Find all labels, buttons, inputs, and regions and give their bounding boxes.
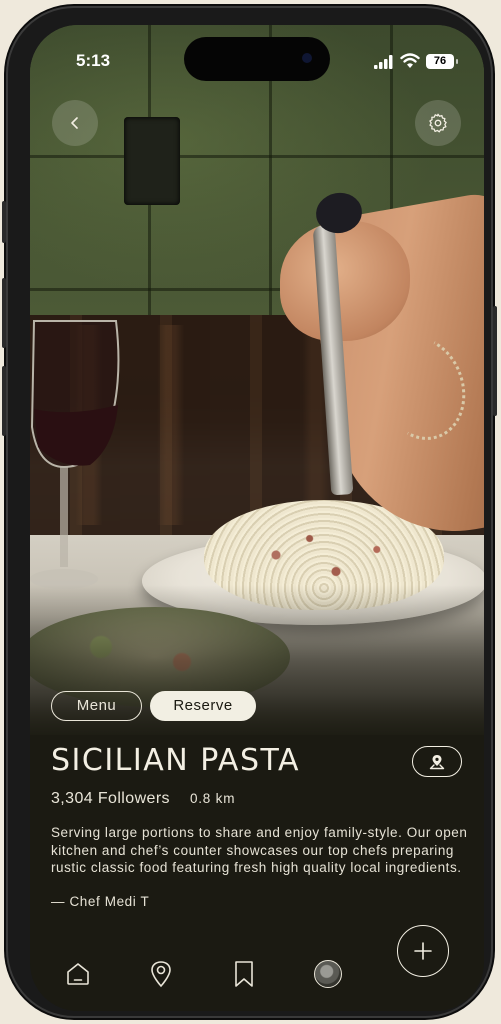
battery-level: 76 bbox=[433, 55, 447, 67]
status-bar: 5:13 76 bbox=[30, 25, 484, 83]
wifi-icon bbox=[400, 53, 420, 68]
chef-signature: — Chef Medi T bbox=[51, 894, 150, 909]
camera bbox=[302, 53, 312, 63]
tab-menu[interactable]: Menu bbox=[51, 691, 142, 721]
map-button[interactable] bbox=[412, 746, 462, 777]
nav-saved[interactable] bbox=[229, 959, 259, 989]
restaurant-meta: 3,304 Followers 0.8 km bbox=[51, 790, 235, 808]
tab-reserve[interactable]: Reserve bbox=[150, 691, 256, 721]
location-icon bbox=[151, 961, 171, 988]
distance: 0.8 km bbox=[189, 791, 236, 806]
restaurant-name: SICILIAN PASTA bbox=[51, 743, 301, 778]
avatar bbox=[314, 960, 342, 988]
screen: 5:13 76 Menu Reserve SICILIAN PASTA 3,30… bbox=[30, 25, 484, 1011]
action-button bbox=[2, 201, 6, 243]
dynamic-island bbox=[184, 37, 330, 81]
back-button[interactable] bbox=[52, 100, 98, 146]
tab-row: Menu Reserve bbox=[51, 691, 256, 721]
map-pin-icon bbox=[429, 754, 445, 769]
volume-down-button bbox=[2, 366, 6, 436]
wall-speaker bbox=[124, 117, 180, 205]
power-button bbox=[493, 306, 497, 416]
nav-location[interactable] bbox=[146, 959, 176, 989]
followers-count[interactable]: 3,304 Followers bbox=[51, 790, 170, 808]
restaurant-description: Serving large portions to share and enjo… bbox=[51, 825, 468, 875]
signal-icon bbox=[374, 55, 393, 69]
clock: 5:13 bbox=[76, 51, 111, 70]
volume-up-button bbox=[2, 278, 6, 348]
phone-frame: 5:13 76 Menu Reserve SICILIAN PASTA 3,30… bbox=[2, 6, 497, 1018]
chevron-left-icon bbox=[71, 117, 78, 129]
battery-icon: 76 bbox=[426, 54, 458, 69]
settings-button[interactable] bbox=[415, 100, 461, 146]
bookmark-icon bbox=[235, 961, 253, 987]
nav-home[interactable] bbox=[63, 959, 93, 989]
nav-profile[interactable] bbox=[313, 959, 343, 989]
bottom-nav bbox=[30, 953, 484, 999]
gear-icon bbox=[429, 113, 447, 133]
hand bbox=[280, 221, 410, 341]
home-icon bbox=[67, 963, 89, 985]
wine-glass bbox=[30, 320, 120, 589]
